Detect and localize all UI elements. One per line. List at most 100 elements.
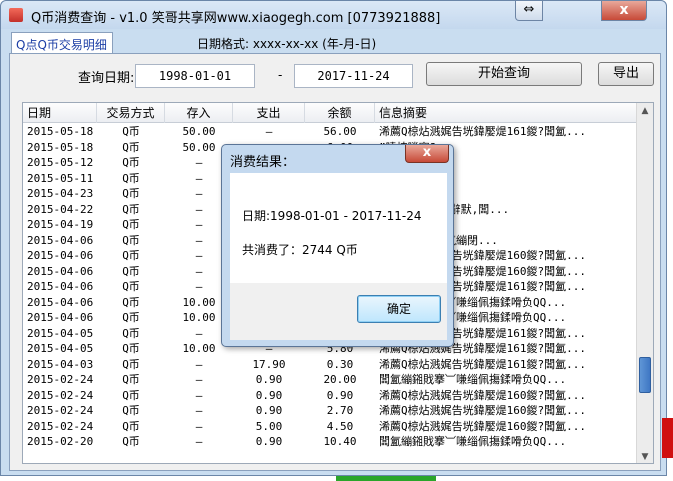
cell-expense: — [265,125,273,138]
header-expense[interactable]: 支出 [233,103,305,123]
start-query-button[interactable]: 开始查询 [426,62,582,86]
cell-date: 2015-04-06 [27,280,94,293]
header-summary[interactable]: 信息摘要 [375,103,637,123]
cell-summary: 浠薦Q椋炶溅娓告垙鍏嬮煶161鍐?闆氳... [379,357,586,371]
header-type[interactable]: 交易方式 [97,103,165,123]
cell-deposit: — [195,435,203,448]
cell-type: Q币 [122,156,140,169]
cell-deposit: 50.00 [182,125,216,138]
cell-expense: 0.90 [255,388,283,402]
cell-type: Q币 [122,171,140,185]
cell-balance: 56.00 [323,125,357,138]
cell-balance: 0.30 [326,357,354,371]
scroll-thumb[interactable] [639,357,651,393]
cell-type: Q币 [122,202,140,216]
table-row[interactable]: 2015-02-20 Q币 — 0.90 10.40 闆氳繃鎺戝搴︺嗛缁佩摥鍒嗗负QQ..… [23,434,637,450]
header-deposit[interactable]: 存入 [165,103,233,123]
table-header: 日期 交易方式 存入 支出 余额 信息摘要 [23,103,637,123]
date-range-dash: - [278,68,283,82]
cell-date: 2015-05-11 [27,171,94,185]
background-edge-green [336,476,436,481]
cell-type: Q币 [122,342,140,355]
cell-type: Q币 [122,233,140,247]
cell-expense: 0.90 [255,373,283,386]
table-row[interactable]: 2015-04-03 Q币 — 17.90 0.30 浠薦Q椋炶溅娓告垙鍏嬮煶161鍐?闆… [23,357,637,373]
cell-balance: 0.90 [326,388,354,402]
window-title: Q币消费查询 - v1.0 笑哥共享网www.xiaogegh.com [077… [31,11,441,26]
cell-date: 2015-02-20 [27,435,94,448]
dialog-body: 日期:1998-01-01 - 2017-11-24 共消费了：2744 Q币 [230,173,447,283]
header-date[interactable]: 日期 [23,103,97,123]
cell-expense: 0.90 [255,435,283,448]
cell-date: 2015-02-24 [27,404,94,417]
cell-date: 2015-04-05 [27,326,94,340]
dialog-title: 消费结果： [230,155,296,170]
cell-date: 2015-04-06 [27,249,94,262]
cell-type: Q币 [122,326,140,340]
table-row[interactable]: 2015-02-24 Q币 — 0.90 0.90 浠薦Q椋炶溅娓告垙鍏嬮煶160鍐?闆氳… [23,388,637,404]
cell-type: Q币 [122,280,140,293]
cell-type: Q币 [122,295,140,309]
cell-date: 2015-05-18 [27,140,94,154]
table-row[interactable]: 2015-05-18 Q币 50.00 — 56.00 浠薦Q椋炶溅娓告垙鍏嬮煶161鍐?… [23,124,637,140]
cell-balance: 2.70 [326,404,354,417]
cell-type: Q币 [122,404,140,417]
cell-balance: 20.00 [323,373,357,386]
cell-type: Q币 [122,218,140,231]
app-icon [9,8,23,22]
cell-type: Q币 [122,264,140,278]
header-balance[interactable]: 余额 [305,103,375,123]
dialog-close-button[interactable]: x [405,145,449,163]
table-row[interactable]: 2015-02-24 Q币 — 0.90 20.00 闆氳繃鎺戝搴︺嗛缁佩摥鍒嗗负QQ..… [23,372,637,388]
cell-deposit: — [195,404,203,417]
cell-deposit: — [195,388,203,402]
cell-date: 2015-04-23 [27,187,94,200]
cell-expense: 0.90 [255,404,283,417]
cell-date: 2015-04-03 [27,357,94,371]
cell-summary: 浠薦Q椋炶溅娓告垙鍏嬮煶160鍐?闆氳... [379,419,586,433]
cell-date: 2015-02-24 [27,373,94,386]
cell-deposit: — [195,357,203,371]
cell-date: 2015-04-19 [27,218,94,231]
start-date-input[interactable]: 1998-01-01 [135,64,255,88]
cell-type: Q币 [122,249,140,262]
background-edge-red [662,418,673,458]
date-format-hint: 日期格式: xxxx-xx-xx (年-月-日) [197,37,377,51]
cell-type: Q币 [122,388,140,402]
cell-summary: 浠薦Q椋炶溅娓告垙鍏嬮煶160鍐?闆氳... [379,404,586,417]
scroll-up-icon[interactable]: ▲ [637,103,653,119]
cell-date: 2015-05-18 [27,125,94,138]
swap-icon[interactable]: ⇔ [515,1,543,21]
cell-summary: 闆氳繃鎺戝搴︺嗛缁佩摥鍒嗗负QQ... [379,435,567,448]
cell-date: 2015-04-06 [27,311,94,324]
scroll-down-icon[interactable]: ▼ [637,449,653,463]
cell-type: Q币 [122,419,140,433]
cell-deposit: — [195,373,203,386]
cell-type: Q币 [122,435,140,448]
table-scrollbar[interactable]: ▲ ▼ [636,103,653,463]
window-close-button[interactable]: x [601,1,647,21]
table-row[interactable]: 2015-02-24 Q币 — 5.00 4.50 浠薦Q椋炶溅娓告垙鍏嬮煶160鍐?闆氳… [23,419,637,435]
title-bar[interactable]: Q币消费查询 - v1.0 笑哥共享网www.xiaogegh.com [077… [1,1,666,29]
cell-type: Q币 [122,311,140,324]
cell-date: 2015-04-05 [27,342,94,355]
cell-summary: 浠薦Q椋炶溅娓告垙鍏嬮煶160鍐?闆氳... [379,388,586,402]
cell-summary: 闆氳繃鎺戝搴︺嗛缁佩摥鍒嗗负QQ... [379,373,567,386]
cell-summary: 浠薦Q椋炶溅娓告垙鍏嬮煶161鍐?闆氳... [379,125,586,138]
tab-transactions[interactable]: Q点Q币交易明细 [11,32,113,54]
cell-type: Q币 [122,125,140,138]
cell-date: 2015-04-06 [27,295,94,309]
export-button[interactable]: 导出 [598,62,654,86]
cell-date: 2015-05-12 [27,156,94,169]
cell-balance: 10.40 [323,435,357,448]
table-row[interactable]: 2015-02-24 Q币 — 0.90 2.70 浠薦Q椋炶溅娓告垙鍏嬮煶160鍐?闆氳… [23,403,637,419]
dialog-ok-button[interactable]: 确定 [357,295,441,323]
consumption-result-dialog: 消费结果： x 日期:1998-01-01 - 2017-11-24 共消费了：… [221,144,454,347]
cell-balance: 4.50 [326,419,354,433]
cell-date: 2015-04-06 [27,233,94,247]
cell-expense: 17.90 [252,357,286,371]
cell-type: Q币 [122,357,140,371]
cell-type: Q币 [122,187,140,200]
end-date-input[interactable]: 2017-11-24 [294,64,413,88]
dialog-total: 共消费了：2744 Q币 [242,243,358,257]
